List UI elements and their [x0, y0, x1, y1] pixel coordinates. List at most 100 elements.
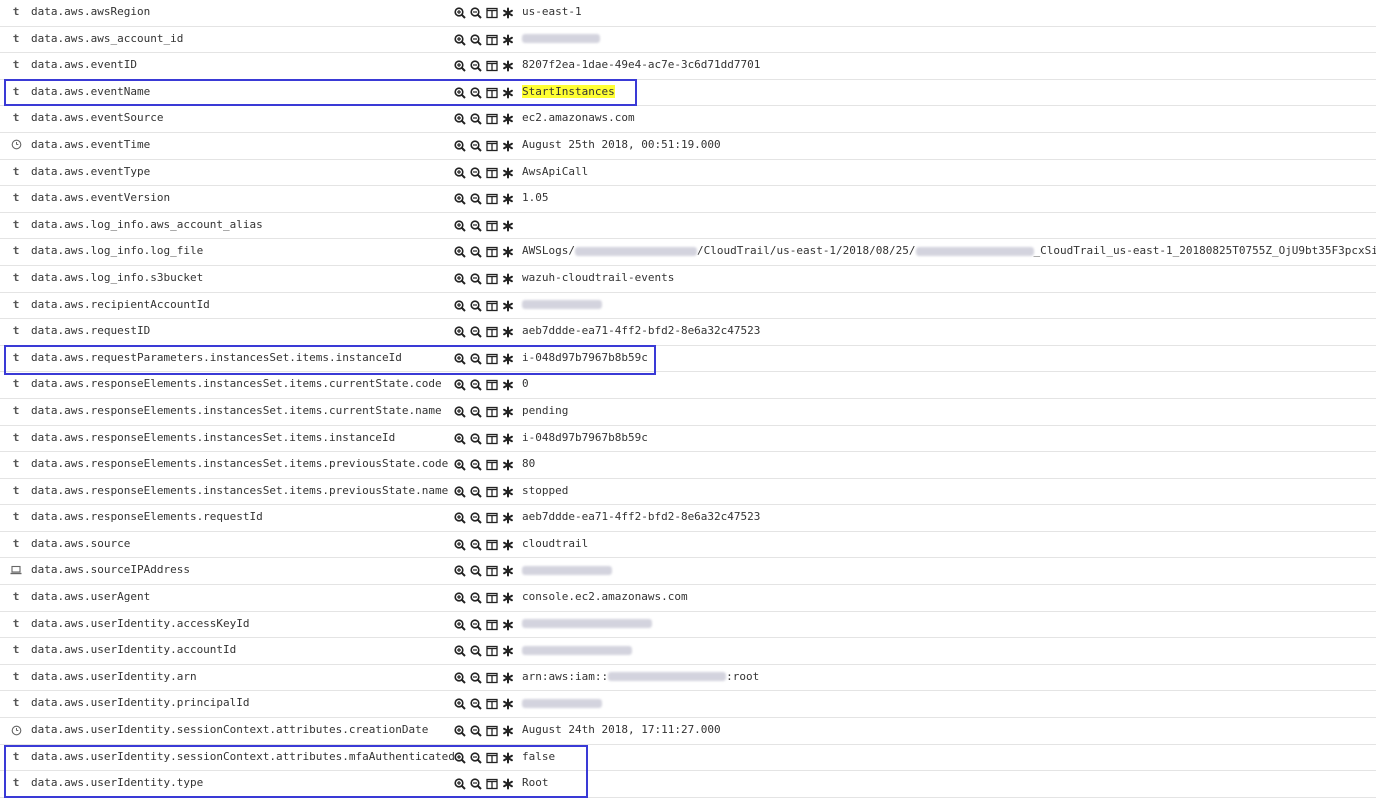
- filter-exists-button[interactable]: [501, 592, 514, 605]
- filter-out-value-button[interactable]: [469, 751, 482, 764]
- filter-for-value-button[interactable]: [453, 432, 466, 445]
- toggle-column-button[interactable]: [485, 565, 498, 578]
- filter-exists-button[interactable]: [501, 60, 514, 73]
- filter-out-value-button[interactable]: [469, 113, 482, 126]
- toggle-column-button[interactable]: [485, 698, 498, 711]
- filter-out-value-button[interactable]: [469, 272, 482, 285]
- filter-exists-button[interactable]: [501, 299, 514, 312]
- filter-for-value-button[interactable]: [453, 645, 466, 658]
- filter-out-value-button[interactable]: [469, 671, 482, 684]
- filter-exists-button[interactable]: [501, 485, 514, 498]
- filter-out-value-button[interactable]: [469, 326, 482, 339]
- filter-out-value-button[interactable]: [469, 565, 482, 578]
- toggle-column-button[interactable]: [485, 778, 498, 791]
- filter-for-value-button[interactable]: [453, 246, 466, 259]
- filter-for-value-button[interactable]: [453, 565, 466, 578]
- toggle-column-button[interactable]: [485, 751, 498, 764]
- filter-out-value-button[interactable]: [469, 379, 482, 392]
- filter-out-value-button[interactable]: [469, 86, 482, 99]
- filter-exists-button[interactable]: [501, 326, 514, 339]
- filter-exists-button[interactable]: [501, 565, 514, 578]
- filter-for-value-button[interactable]: [453, 219, 466, 232]
- filter-exists-button[interactable]: [501, 33, 514, 46]
- filter-for-value-button[interactable]: [453, 485, 466, 498]
- filter-out-value-button[interactable]: [469, 512, 482, 525]
- filter-for-value-button[interactable]: [453, 405, 466, 418]
- filter-out-value-button[interactable]: [469, 618, 482, 631]
- filter-exists-button[interactable]: [501, 139, 514, 152]
- filter-out-value-button[interactable]: [469, 166, 482, 179]
- filter-exists-button[interactable]: [501, 698, 514, 711]
- toggle-column-button[interactable]: [485, 725, 498, 738]
- filter-out-value-button[interactable]: [469, 485, 482, 498]
- filter-out-value-button[interactable]: [469, 139, 482, 152]
- filter-for-value-button[interactable]: [453, 272, 466, 285]
- toggle-column-button[interactable]: [485, 193, 498, 206]
- filter-for-value-button[interactable]: [453, 512, 466, 525]
- filter-exists-button[interactable]: [501, 219, 514, 232]
- filter-out-value-button[interactable]: [469, 432, 482, 445]
- filter-exists-button[interactable]: [501, 432, 514, 445]
- filter-exists-button[interactable]: [501, 246, 514, 259]
- filter-exists-button[interactable]: [501, 193, 514, 206]
- toggle-column-button[interactable]: [485, 219, 498, 232]
- filter-exists-button[interactable]: [501, 645, 514, 658]
- filter-for-value-button[interactable]: [453, 592, 466, 605]
- filter-exists-button[interactable]: [501, 113, 514, 126]
- filter-for-value-button[interactable]: [453, 193, 466, 206]
- filter-exists-button[interactable]: [501, 751, 514, 764]
- filter-for-value-button[interactable]: [453, 33, 466, 46]
- toggle-column-button[interactable]: [485, 246, 498, 259]
- filter-exists-button[interactable]: [501, 459, 514, 472]
- filter-out-value-button[interactable]: [469, 778, 482, 791]
- toggle-column-button[interactable]: [485, 645, 498, 658]
- toggle-column-button[interactable]: [485, 671, 498, 684]
- filter-exists-button[interactable]: [501, 671, 514, 684]
- filter-for-value-button[interactable]: [453, 7, 466, 20]
- filter-for-value-button[interactable]: [453, 538, 466, 551]
- toggle-column-button[interactable]: [485, 352, 498, 365]
- filter-out-value-button[interactable]: [469, 592, 482, 605]
- toggle-column-button[interactable]: [485, 459, 498, 472]
- toggle-column-button[interactable]: [485, 538, 498, 551]
- toggle-column-button[interactable]: [485, 326, 498, 339]
- filter-out-value-button[interactable]: [469, 193, 482, 206]
- toggle-column-button[interactable]: [485, 485, 498, 498]
- filter-for-value-button[interactable]: [453, 60, 466, 73]
- filter-out-value-button[interactable]: [469, 219, 482, 232]
- filter-out-value-button[interactable]: [469, 459, 482, 472]
- filter-out-value-button[interactable]: [469, 33, 482, 46]
- filter-out-value-button[interactable]: [469, 698, 482, 711]
- filter-out-value-button[interactable]: [469, 7, 482, 20]
- filter-for-value-button[interactable]: [453, 671, 466, 684]
- toggle-column-button[interactable]: [485, 512, 498, 525]
- filter-for-value-button[interactable]: [453, 778, 466, 791]
- filter-for-value-button[interactable]: [453, 698, 466, 711]
- filter-out-value-button[interactable]: [469, 725, 482, 738]
- toggle-column-button[interactable]: [485, 166, 498, 179]
- toggle-column-button[interactable]: [485, 618, 498, 631]
- toggle-column-button[interactable]: [485, 139, 498, 152]
- filter-out-value-button[interactable]: [469, 405, 482, 418]
- filter-for-value-button[interactable]: [453, 725, 466, 738]
- filter-out-value-button[interactable]: [469, 246, 482, 259]
- filter-exists-button[interactable]: [501, 352, 514, 365]
- toggle-column-button[interactable]: [485, 272, 498, 285]
- toggle-column-button[interactable]: [485, 86, 498, 99]
- filter-for-value-button[interactable]: [453, 352, 466, 365]
- filter-exists-button[interactable]: [501, 618, 514, 631]
- filter-out-value-button[interactable]: [469, 538, 482, 551]
- filter-exists-button[interactable]: [501, 538, 514, 551]
- toggle-column-button[interactable]: [485, 299, 498, 312]
- filter-exists-button[interactable]: [501, 778, 514, 791]
- filter-exists-button[interactable]: [501, 86, 514, 99]
- filter-exists-button[interactable]: [501, 379, 514, 392]
- toggle-column-button[interactable]: [485, 33, 498, 46]
- filter-exists-button[interactable]: [501, 405, 514, 418]
- filter-out-value-button[interactable]: [469, 60, 482, 73]
- filter-exists-button[interactable]: [501, 7, 514, 20]
- filter-exists-button[interactable]: [501, 272, 514, 285]
- filter-out-value-button[interactable]: [469, 299, 482, 312]
- filter-out-value-button[interactable]: [469, 352, 482, 365]
- filter-for-value-button[interactable]: [453, 299, 466, 312]
